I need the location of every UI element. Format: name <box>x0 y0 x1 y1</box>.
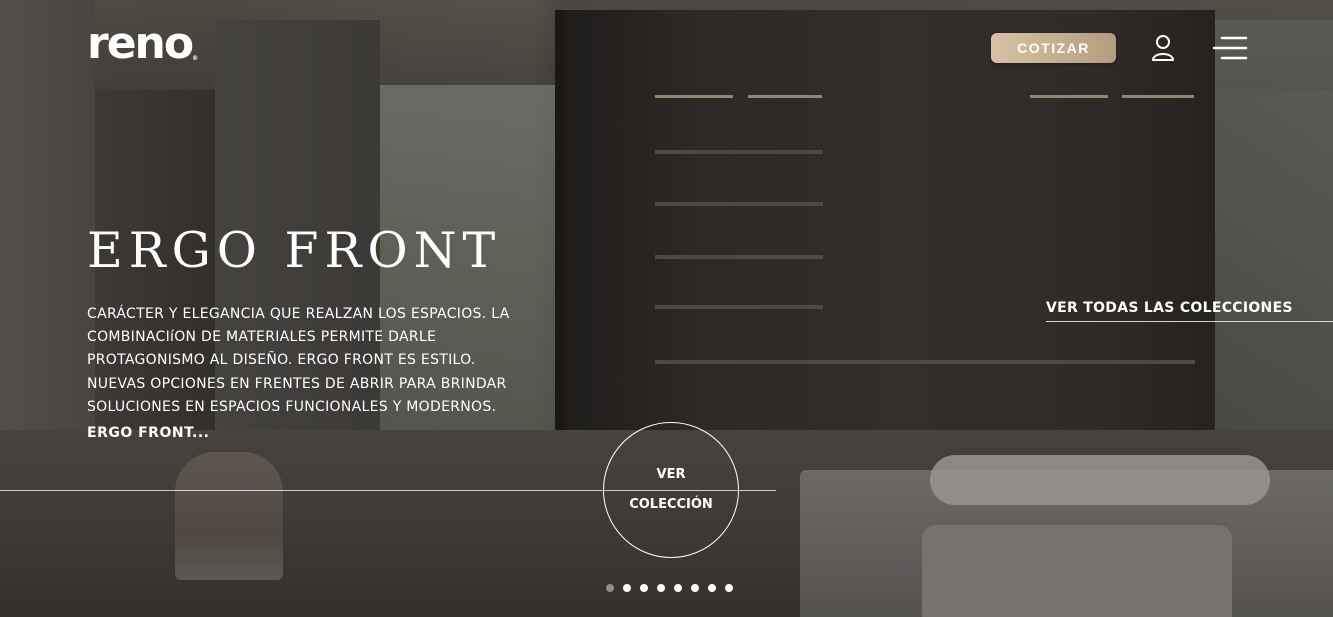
quote-button[interactable]: COTIZAR <box>991 33 1116 63</box>
carousel-dot[interactable] <box>606 584 614 592</box>
user-icon-svg <box>1152 35 1174 61</box>
collection-title: ERGO FRONT <box>87 222 502 279</box>
all-collections-link[interactable]: VER TODAS LAS COLECCIONES <box>1046 300 1293 316</box>
carousel-dot[interactable] <box>674 584 682 592</box>
all-collections-underline <box>1046 321 1333 322</box>
carousel-dot[interactable] <box>691 584 699 592</box>
carousel-dot[interactable] <box>657 584 665 592</box>
brand-logo[interactable]: reno® <box>87 22 198 66</box>
carousel-dot[interactable] <box>640 584 648 592</box>
carousel-dots <box>606 584 733 592</box>
user-icon[interactable] <box>1150 34 1176 62</box>
carousel-dot[interactable] <box>623 584 631 592</box>
logo-registered-mark: ® <box>192 55 199 62</box>
collection-description: CARÁCTER Y ELEGANCIA QUE REALZAN LOS ESP… <box>87 306 510 415</box>
carousel-dot[interactable] <box>708 584 716 592</box>
hero-section: reno® COTIZAR ERGO FRONT CARÁCTER Y ELEG… <box>0 0 1333 617</box>
view-collection-button[interactable]: VER COLECCIÓN <box>603 422 739 558</box>
logo-text: reno <box>87 18 194 69</box>
menu-icon[interactable] <box>1212 35 1248 61</box>
carousel-dot[interactable] <box>725 584 733 592</box>
view-collection-label-line2: COLECCIÓN <box>629 497 713 512</box>
menu-icon-svg <box>1212 36 1248 60</box>
view-collection-label-line1: VER <box>656 467 686 482</box>
collection-more-link[interactable]: ERGO FRONT... <box>87 425 209 441</box>
